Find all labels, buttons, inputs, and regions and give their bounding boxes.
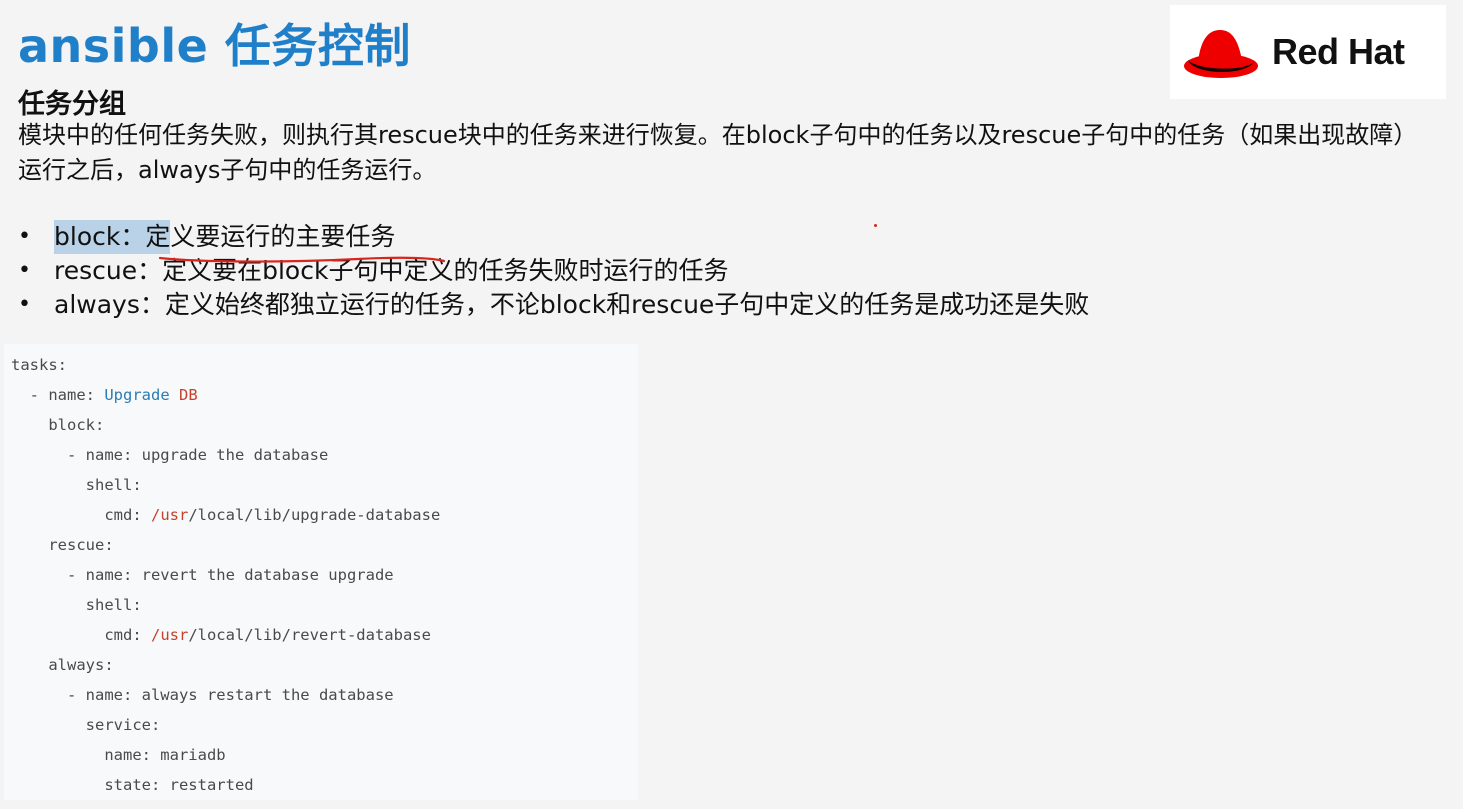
bullet-block-rest: 义要运行的主要任务 <box>170 222 396 251</box>
code-line: - name: revert the database upgrade <box>11 566 394 584</box>
code-line: - name: upgrade the database <box>11 446 329 464</box>
bullet-always: • always：定义始终都独立运行的任务，不论block和rescue子句中定… <box>18 288 1089 322</box>
code-line: state: restarted <box>11 776 254 794</box>
bullet-list: • block：定 义要运行的主要任务 • rescue：定义要在block子句中… <box>18 220 1089 322</box>
code-line: block: <box>11 416 105 434</box>
bullet-always-text: always：定义始终都独立运行的任务，不论block和rescue子句中定义的… <box>54 290 1090 319</box>
code-line: shell: <box>11 596 142 614</box>
bullet-dot-icon: • <box>18 224 31 249</box>
highlighted-text: block：定 <box>54 220 171 254</box>
code-line: name: mariadb <box>11 746 226 764</box>
bullet-dot-icon: • <box>18 292 31 317</box>
redhat-fedora-icon <box>1184 30 1258 78</box>
yaml-code-block: tasks: - name: Upgrade DB block: - name:… <box>4 344 638 800</box>
code-line: always: <box>11 656 114 674</box>
bullet-block: • block：定 义要运行的主要任务 <box>18 220 1089 254</box>
code-line: service: <box>11 716 161 734</box>
code-line: - name: Upgrade DB <box>11 386 198 404</box>
redhat-logo: Red Hat <box>1170 5 1446 99</box>
code-line: - name: always restart the database <box>11 686 394 704</box>
red-annotation-underline <box>158 256 446 263</box>
code-line: rescue: <box>11 536 114 554</box>
page-title: ansible 任务控制 <box>18 19 411 73</box>
logo-text: Red Hat <box>1272 31 1405 72</box>
red-annotation-dot <box>874 224 877 227</box>
code-line: cmd: /usr/local/lib/upgrade-database <box>11 506 441 524</box>
code-line: shell: <box>11 476 142 494</box>
bullet-dot-icon: • <box>18 258 31 283</box>
description-paragraph: 模块中的任何任务失败，则执行其rescue块中的任务来进行恢复。在block子句… <box>18 121 1418 184</box>
code-line: tasks: <box>11 356 67 374</box>
section-subtitle: 任务分组 <box>18 89 126 120</box>
code-line: cmd: /usr/local/lib/revert-database <box>11 626 431 644</box>
